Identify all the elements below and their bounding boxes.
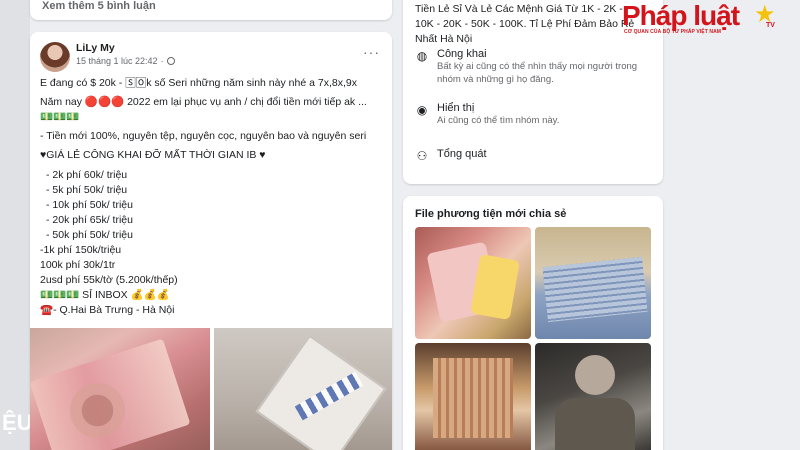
media-thumbnail[interactable]	[535, 227, 651, 339]
globe-icon	[166, 57, 175, 65]
public-title: Công khai	[437, 48, 487, 60]
post-text: E đang có $ 20k - 🅂🄾k số Seri những năm …	[40, 76, 385, 318]
post-card: LiLy My 15 tháng 1 lúc 22:42 · ··· E đan…	[30, 32, 392, 450]
more-options-icon[interactable]: ···	[363, 44, 380, 60]
post-photo-banknotes[interactable]	[30, 328, 210, 450]
post-photos	[30, 328, 392, 450]
about-public: ◍ Công khai Bất kỳ ai cũng có thể nhìn t…	[415, 48, 657, 86]
avatar[interactable]	[40, 42, 70, 72]
post-line: - Tiền mới 100%, nguyên tệp, nguyên cọc,…	[40, 130, 367, 142]
media-grid	[415, 227, 651, 450]
eye-icon: ◉	[416, 103, 428, 117]
visible-title: Hiển thị	[437, 102, 475, 114]
visible-desc: Ai cũng có thể tìm nhóm này.	[437, 115, 560, 126]
logo-tagline: CƠ QUAN CỦA BỘ TƯ PHÁP VIỆT NAM	[624, 29, 722, 35]
description-line: Nhất Hà Nội	[415, 33, 473, 45]
post-line: 2usd phí 55k/tờ (5.200k/thếp)	[40, 274, 178, 286]
about-visible: ◉ Hiển thị Ai cũng có thể tìm nhóm này.	[415, 102, 657, 127]
post-line: 100k phí 30k/1tr	[40, 259, 116, 271]
post-line: E đang có $ 20k - 🅂🄾k số Seri những năm …	[40, 77, 357, 89]
left-edge-strip: ỆU	[0, 0, 33, 450]
globe-public-icon: ◍	[416, 49, 428, 63]
post-line: -1k phí 150k/triệu	[40, 244, 122, 256]
media-thumbnail[interactable]	[415, 227, 531, 339]
meta-separator: ·	[160, 56, 164, 66]
screen: ỆU Xem thêm 5 bình luận LiLy My 15 tháng…	[0, 0, 800, 450]
post-line: 💵💵💵	[40, 111, 80, 123]
group-description: Tiền Lẻ Sỉ Và Lẻ Các Mệnh Giá Từ 1K - 2K…	[415, 2, 655, 47]
public-desc: Bất kỳ ai cũng có thể nhìn thấy mọi ngườ…	[437, 61, 638, 85]
post-line: ☎️- Q.Hai Bà Trưng - Hà Nội	[40, 304, 175, 316]
overview-title: Tổng quát	[437, 148, 487, 160]
post-timestamp[interactable]: 15 tháng 1 lúc 22:42	[76, 56, 158, 66]
post-line: - 5k phí 50k/ triệu	[46, 184, 128, 196]
post-meta: 15 tháng 1 lúc 22:42 ·	[76, 56, 175, 66]
post-line: - 50k phí 50k/ triệu	[46, 229, 133, 241]
edge-text: ỆU	[2, 410, 33, 435]
people-icon: ⚇	[416, 149, 428, 163]
media-thumbnail[interactable]	[535, 343, 651, 450]
post-photo-package[interactable]	[214, 328, 392, 450]
description-line: 10K - 20K - 50K - 100K. Tỉ Lệ Phí Đảm Bả…	[415, 18, 635, 30]
comments-card: Xem thêm 5 bình luận	[30, 0, 392, 20]
post-line: - 10k phí 50k/ triệu	[46, 199, 133, 211]
recent-media-card: File phương tiện mới chia sẻ	[403, 196, 663, 450]
post-author[interactable]: LiLy My	[76, 42, 115, 54]
phapluat-logo: Pháp luật ★ TV CƠ QUAN CỦA BỘ TƯ PHÁP VI…	[622, 1, 778, 40]
about-overview[interactable]: ⚇ Tổng quát	[415, 148, 487, 163]
media-thumbnail[interactable]	[415, 343, 531, 450]
recent-media-title: File phương tiện mới chia sẻ	[415, 208, 567, 220]
post-line: ♥GIÁ LẺ CÔNG KHAI ĐỠ MẤT THỜI GIAN IB ♥	[40, 149, 266, 161]
post-line: Năm nay 🔴🔴🔴 2022 em lại phục vụ anh / ch…	[40, 96, 367, 108]
description-line: Tiền Lẻ Sỉ Và Lẻ Các Mệnh Giá Từ 1K - 2K…	[415, 3, 623, 15]
view-more-comments-link[interactable]: Xem thêm 5 bình luận	[42, 0, 156, 12]
post-line: - 2k phí 60k/ triệu	[46, 169, 128, 181]
post-line: 💵💵💵 SỈ INBOX 💰💰💰	[40, 289, 170, 301]
post-line: - 20k phí 65k/ triệu	[46, 214, 133, 226]
logo-tv: TV	[766, 22, 775, 29]
